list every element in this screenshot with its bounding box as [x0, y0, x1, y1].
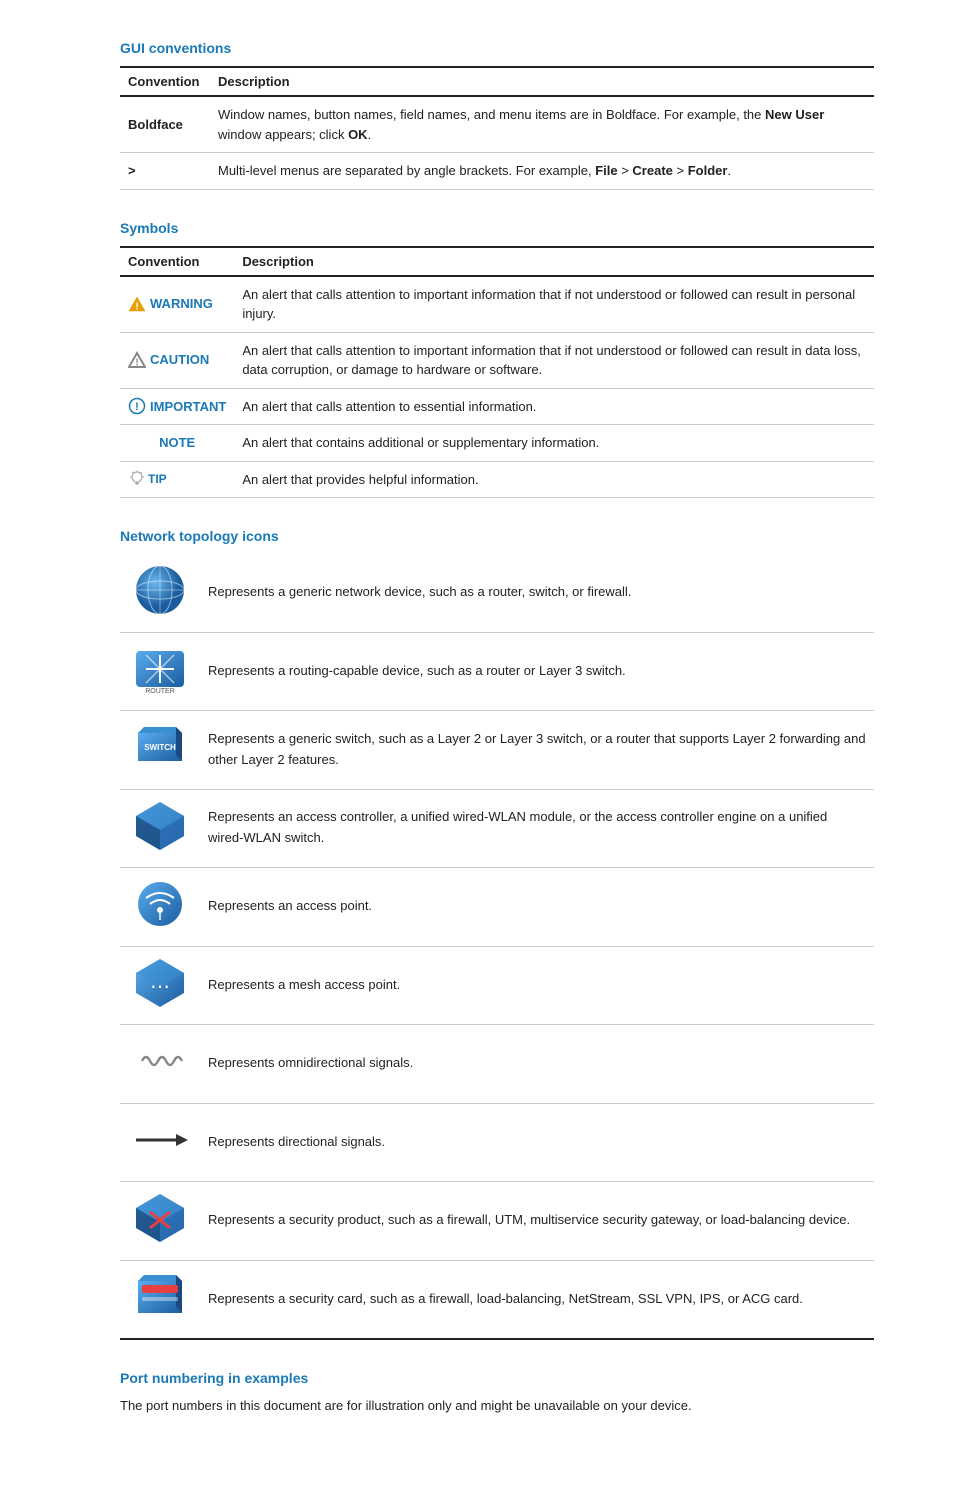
important-circle-icon: ! — [128, 397, 146, 415]
warning-triangle-icon: ! — [128, 295, 146, 313]
network-topology-title: Network topology icons — [120, 528, 874, 544]
convention-boldface: Boldface — [120, 96, 210, 153]
symbols-title: Symbols — [120, 220, 874, 236]
security-card-icon — [132, 1269, 188, 1325]
access-controller-icon — [132, 798, 188, 854]
note-description: An alert that contains additional or sup… — [234, 425, 874, 462]
gui-conventions-title: GUI conventions — [120, 40, 874, 56]
generic-device-icon-cell — [120, 554, 200, 632]
omni-signal-icon — [132, 1033, 188, 1089]
svg-text:!: ! — [135, 302, 138, 313]
tip-symbol: TIP — [128, 470, 226, 488]
svg-text:SWITCH: SWITCH — [144, 743, 176, 752]
access-controller-description: Represents an access controller, a unifi… — [200, 789, 874, 868]
directional-signal-icon — [132, 1112, 188, 1168]
warning-symbol: ! WARNING — [128, 294, 226, 314]
table-row: ⋯ Represents a mesh access point. — [120, 946, 874, 1025]
table-row: ! CAUTION An alert that calls attention … — [120, 332, 874, 388]
mesh-ap-icon: ⋯ — [132, 955, 188, 1011]
tip-symbol-cell: TIP — [120, 461, 234, 498]
caution-label: CAUTION — [150, 350, 209, 370]
table-row: Represents a security product, such as a… — [120, 1182, 874, 1261]
security-product-icon-cell — [120, 1182, 200, 1261]
directional-signal-description: Represents directional signals. — [200, 1103, 874, 1182]
mesh-ap-icon-cell: ⋯ — [120, 946, 200, 1025]
warning-description: An alert that calls attention to importa… — [234, 276, 874, 333]
port-numbering-description: The port numbers in this document are fo… — [120, 1396, 874, 1417]
switch-icon-cell: SWITCH — [120, 711, 200, 790]
table-row: Represents omnidirectional signals. — [120, 1025, 874, 1104]
symbols-section: Symbols Convention Description ! WARNING — [120, 220, 874, 499]
table-row: NOTE An alert that contains additional o… — [120, 425, 874, 462]
table-row: TIP An alert that provides helpful infor… — [120, 461, 874, 498]
caution-description: An alert that calls attention to importa… — [234, 332, 874, 388]
gui-col-description: Description — [210, 67, 874, 96]
security-product-description: Represents a security product, such as a… — [200, 1182, 874, 1261]
symbols-table: Convention Description ! WARNING An aler… — [120, 246, 874, 499]
important-label: IMPORTANT — [150, 397, 226, 417]
access-point-description: Represents an access point. — [200, 868, 874, 947]
svg-text:!: ! — [135, 358, 138, 369]
svg-text:⋯: ⋯ — [150, 976, 170, 998]
security-product-icon — [132, 1190, 188, 1246]
switch-description: Represents a generic switch, such as a L… — [200, 711, 874, 790]
caution-triangle-icon: ! — [128, 351, 146, 369]
note-label: NOTE — [159, 435, 195, 450]
router-icon: ROUTER — [132, 641, 188, 697]
tip-bulb-icon — [128, 470, 146, 488]
security-card-icon-cell — [120, 1260, 200, 1339]
sym-col-convention: Convention — [120, 247, 234, 276]
important-symbol-cell: ! IMPORTANT — [120, 388, 234, 425]
table-row: ! WARNING An alert that calls attention … — [120, 276, 874, 333]
table-row: ROUTER Represents a routing-capable devi… — [120, 632, 874, 711]
access-controller-icon-cell — [120, 789, 200, 868]
table-row: Represents an access point. — [120, 868, 874, 947]
table-row: Represents directional signals. — [120, 1103, 874, 1182]
caution-symbol: ! CAUTION — [128, 350, 226, 370]
svg-text:!: ! — [135, 401, 139, 413]
caution-symbol-cell: ! CAUTION — [120, 332, 234, 388]
security-card-description: Represents a security card, such as a fi… — [200, 1260, 874, 1339]
omni-signal-description: Represents omnidirectional signals. — [200, 1025, 874, 1104]
important-description: An alert that calls attention to essenti… — [234, 388, 874, 425]
switch-icon: SWITCH — [132, 719, 188, 775]
access-point-icon-cell — [120, 868, 200, 947]
router-icon-cell: ROUTER — [120, 632, 200, 711]
network-topology-table: Represents a generic network device, suc… — [120, 554, 874, 1340]
table-row: ! IMPORTANT An alert that calls attentio… — [120, 388, 874, 425]
description-boldface: Window names, button names, field names,… — [210, 96, 874, 153]
gui-conventions-section: GUI conventions Convention Description B… — [120, 40, 874, 190]
table-row: Represents a generic network device, suc… — [120, 554, 874, 632]
svg-text:ROUTER: ROUTER — [145, 688, 175, 695]
table-row: Boldface Window names, button names, fie… — [120, 96, 874, 153]
generic-device-description: Represents a generic network device, suc… — [200, 554, 874, 632]
description-arrow: Multi-level menus are separated by angle… — [210, 153, 874, 190]
sym-col-description: Description — [234, 247, 874, 276]
port-numbering-section: Port numbering in examples The port numb… — [120, 1370, 874, 1417]
access-point-icon — [132, 876, 188, 932]
table-row: Represents a security card, such as a fi… — [120, 1260, 874, 1339]
tip-label: TIP — [148, 470, 167, 488]
warning-label: WARNING — [150, 294, 213, 314]
convention-arrow: > — [120, 153, 210, 190]
network-topology-section: Network topology icons — [120, 528, 874, 1340]
directional-signal-icon-cell — [120, 1103, 200, 1182]
table-row: Represents an access controller, a unifi… — [120, 789, 874, 868]
important-symbol: ! IMPORTANT — [128, 397, 226, 417]
gui-col-convention: Convention — [120, 67, 210, 96]
warning-symbol-cell: ! WARNING — [120, 276, 234, 333]
gui-conventions-table: Convention Description Boldface Window n… — [120, 66, 874, 190]
port-numbering-title: Port numbering in examples — [120, 1370, 874, 1386]
table-row: > Multi-level menus are separated by ang… — [120, 153, 874, 190]
omni-signal-icon-cell — [120, 1025, 200, 1104]
mesh-ap-description: Represents a mesh access point. — [200, 946, 874, 1025]
note-symbol-cell: NOTE — [120, 425, 234, 462]
tip-description: An alert that provides helpful informati… — [234, 461, 874, 498]
table-row: SWITCH Represents a generic switch, such… — [120, 711, 874, 790]
router-description: Represents a routing-capable device, suc… — [200, 632, 874, 711]
generic-device-icon — [132, 562, 188, 618]
